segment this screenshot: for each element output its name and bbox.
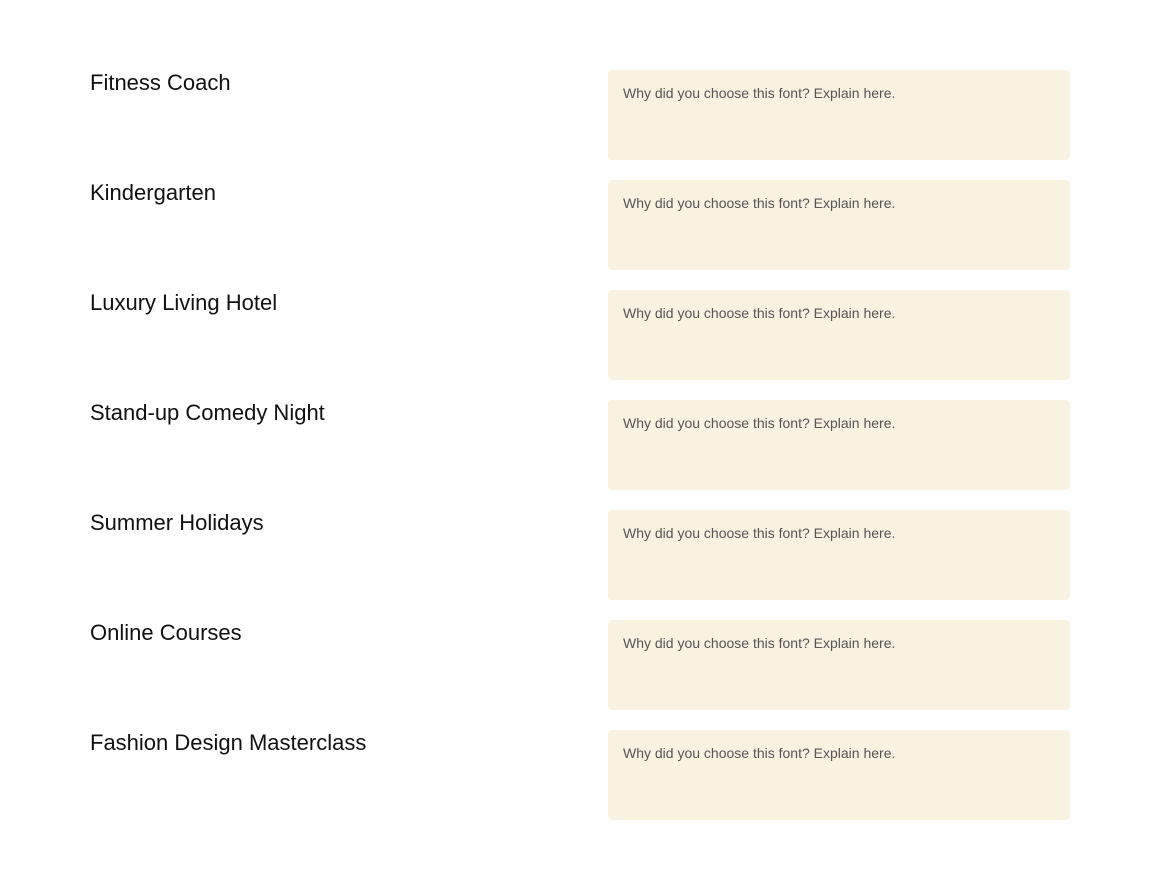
explanation-field[interactable] <box>608 290 1070 380</box>
row-label: Online Courses <box>90 620 242 645</box>
explanation-field[interactable] <box>608 730 1070 820</box>
font-explanation-list: Fitness Coach Kindergarten Luxury Living… <box>0 70 1152 840</box>
explanation-field[interactable] <box>608 620 1070 710</box>
row-online-courses: Online Courses <box>0 620 1152 710</box>
row-label: Stand-up Comedy Night <box>90 400 325 425</box>
explanation-field[interactable] <box>608 510 1070 600</box>
row-stand-up-comedy-night: Stand-up Comedy Night <box>0 400 1152 490</box>
row-summer-holidays: Summer Holidays <box>0 510 1152 600</box>
row-label: Fitness Coach <box>90 70 231 95</box>
explanation-field[interactable] <box>608 400 1070 490</box>
row-luxury-living-hotel: Luxury Living Hotel <box>0 290 1152 380</box>
explanation-field[interactable] <box>608 70 1070 160</box>
row-kindergarten: Kindergarten <box>0 180 1152 270</box>
explanation-field[interactable] <box>608 180 1070 270</box>
row-fashion-design-masterclass: Fashion Design Masterclass <box>0 730 1152 820</box>
row-label: Fashion Design Masterclass <box>90 730 367 755</box>
row-label: Luxury Living Hotel <box>90 290 278 315</box>
row-label: Kindergarten <box>90 180 216 205</box>
row-fitness-coach: Fitness Coach <box>0 70 1152 160</box>
row-label: Summer Holidays <box>90 510 264 535</box>
